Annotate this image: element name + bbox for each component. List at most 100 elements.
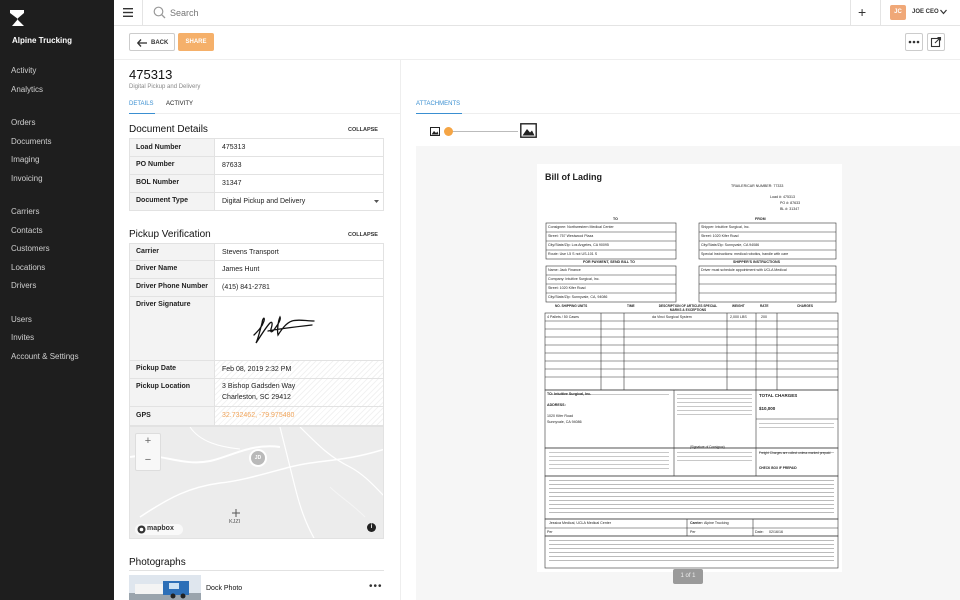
bol-city-to: City/State/Zip: Los Angeles, CA 90095 xyxy=(548,243,609,247)
field-driver-signature: Driver Signature xyxy=(129,297,384,361)
tab-attachments[interactable]: ATTACHMENTS xyxy=(416,101,460,107)
document-type-select[interactable]: Digital Pickup and Delivery xyxy=(222,198,305,205)
field-value[interactable]: 87633 xyxy=(222,162,241,169)
field-label: Load Number xyxy=(136,144,182,151)
bol-per-label: Per xyxy=(547,530,553,534)
user-name[interactable]: JOE CEO xyxy=(912,9,939,15)
back-button[interactable]: BACK xyxy=(129,33,175,51)
search-input[interactable] xyxy=(170,6,550,20)
collapse-pickup-verification[interactable]: COLLAPSE xyxy=(348,232,378,238)
bol-special: Special Instructions: medical robotics, … xyxy=(701,252,789,256)
bol-date: 02/16/16 xyxy=(769,530,783,534)
bol-item-weight: 2,000 LBS xyxy=(730,315,747,319)
sidebar-item-activity[interactable]: Activity xyxy=(11,66,36,75)
field-label: Pickup Location xyxy=(136,383,191,390)
sidebar-item-drivers[interactable]: Drivers xyxy=(11,281,36,290)
menu-icon[interactable] xyxy=(123,8,133,17)
sidebar-item-analytics[interactable]: Analytics xyxy=(11,85,43,94)
zoom-slider-thumb[interactable] xyxy=(444,127,453,136)
field-label: Document Type xyxy=(136,197,188,204)
field-label: PO Number xyxy=(136,161,175,168)
bol-total-charges: TOTAL CHARGES xyxy=(759,393,798,398)
page-subtitle: Digital Pickup and Delivery xyxy=(129,84,201,90)
field-value[interactable]: Feb 08, 2019 2:32 PM xyxy=(222,366,291,373)
divider xyxy=(129,570,384,571)
bol-title: Bill of Lading xyxy=(545,172,602,182)
gps-link[interactable]: 32.732462, -79.975480 xyxy=(222,412,294,419)
field-label: BOL Number xyxy=(136,179,180,186)
bol-route: Route: Use I-5 S not US-101 S xyxy=(548,252,598,256)
field-value[interactable]: Stevens Transport xyxy=(222,249,279,256)
photo-more-icon[interactable]: ••• xyxy=(369,581,383,592)
field-value-line-2[interactable]: Charleston, SC 29412 xyxy=(222,394,291,401)
back-label: BACK xyxy=(151,40,169,46)
bol-per-label: Per xyxy=(690,530,696,534)
field-pickup-location: Pickup Location 3 Bishop Gadsden Way Cha… xyxy=(129,379,384,407)
add-icon[interactable]: + xyxy=(858,5,866,19)
bol-freight-note: Freight Charges are collect unless marke… xyxy=(759,451,831,455)
bol-col-units: NO. SHIPPING UNITS xyxy=(555,304,588,308)
signature-image xyxy=(253,315,315,344)
image-large-icon[interactable] xyxy=(520,123,537,138)
sidebar-item-users[interactable]: Users xyxy=(11,315,32,324)
sidebar-item-orders[interactable]: Orders xyxy=(11,118,35,127)
photo-name[interactable]: Dock Photo xyxy=(206,585,242,592)
field-po-number: PO Number 87633 xyxy=(129,157,384,175)
arrow-left-icon xyxy=(137,39,147,47)
photo-thumbnail[interactable] xyxy=(129,575,201,600)
bol-shipper: Shipper: Intuitive Surgical, Inc. xyxy=(701,225,750,229)
search-icon xyxy=(153,6,166,19)
bol-signature-shipper: Jessica Medical, UCLA Medical Center xyxy=(549,521,611,525)
bol-carrier-label: Carrier: xyxy=(690,521,703,525)
sidebar-item-invoicing[interactable]: Invoicing xyxy=(11,174,43,183)
pickup-verification-title: Pickup Verification xyxy=(129,229,211,240)
sidebar-item-documents[interactable]: Documents xyxy=(11,137,51,146)
open-external-button[interactable] xyxy=(927,33,945,51)
chevron-down-icon[interactable] xyxy=(374,200,379,204)
sidebar: Alpine Trucking Activity Analytics Order… xyxy=(0,0,114,600)
sidebar-item-customers[interactable]: Customers xyxy=(11,244,50,253)
tab-details[interactable]: DETAILS xyxy=(129,101,154,107)
sidebar-item-locations[interactable]: Locations xyxy=(11,263,45,272)
sidebar-item-invites[interactable]: Invites xyxy=(11,333,34,342)
field-value[interactable]: James Hunt xyxy=(222,266,259,273)
image-small-icon[interactable] xyxy=(430,127,440,136)
bol-col-weight: WEIGHT xyxy=(732,304,745,308)
collapse-document-details[interactable]: COLLAPSE xyxy=(348,127,378,133)
field-value[interactable]: 31347 xyxy=(222,180,241,187)
zoom-in-button[interactable]: + xyxy=(136,435,160,447)
external-link-icon xyxy=(930,36,942,48)
divider xyxy=(880,0,881,26)
chevron-down-icon[interactable] xyxy=(940,9,947,15)
page-title: 475313 xyxy=(129,67,173,82)
sidebar-item-carriers[interactable]: Carriers xyxy=(11,207,39,216)
field-load-number: Load Number 475313 xyxy=(129,138,384,157)
tab-activity[interactable]: ACTIVITY xyxy=(166,101,193,107)
driver-map-marker[interactable]: JD xyxy=(249,449,267,467)
bol-payment-header: FOR PAYMENT, SEND BILL TO xyxy=(583,260,635,264)
pickup-map[interactable]: + − JD KJZI mapbox i xyxy=(129,426,384,539)
field-value-line-1[interactable]: 3 Bishop Gadsden Way xyxy=(222,383,295,390)
field-value[interactable]: (415) 841-2781 xyxy=(222,284,270,291)
airport-icon xyxy=(232,509,240,517)
bol-from-label: FROM xyxy=(755,217,766,221)
field-value[interactable]: 475313 xyxy=(222,144,245,151)
alpine-logo-icon[interactable] xyxy=(10,10,24,26)
sidebar-item-imaging[interactable]: Imaging xyxy=(11,155,39,164)
sidebar-item-account-settings[interactable]: Account & Settings xyxy=(11,352,79,361)
bol-pay-city: City/State/Zip: Sunnyvale, CA, 94086 xyxy=(548,295,608,299)
zoom-slider-track[interactable] xyxy=(448,131,518,132)
divider xyxy=(155,113,400,114)
sidebar-item-contacts[interactable]: Contacts xyxy=(11,226,43,235)
more-options-button[interactable] xyxy=(905,33,923,51)
zoom-out-button[interactable]: − xyxy=(136,454,160,466)
info-icon[interactable]: i xyxy=(367,523,376,532)
share-button[interactable]: SHARE xyxy=(178,33,214,51)
bol-street-from: Street: 1020 Kifer Road xyxy=(701,234,739,238)
bol-col-rate: RATE xyxy=(760,304,769,308)
bol-item-rate: 200 xyxy=(761,315,767,319)
bol-number: BL #: 31347 xyxy=(780,207,800,211)
mapbox-logo[interactable]: mapbox xyxy=(135,524,183,535)
avatar[interactable]: JC xyxy=(890,5,906,20)
field-document-type[interactable]: Document Type Digital Pickup and Deliver… xyxy=(129,193,384,211)
